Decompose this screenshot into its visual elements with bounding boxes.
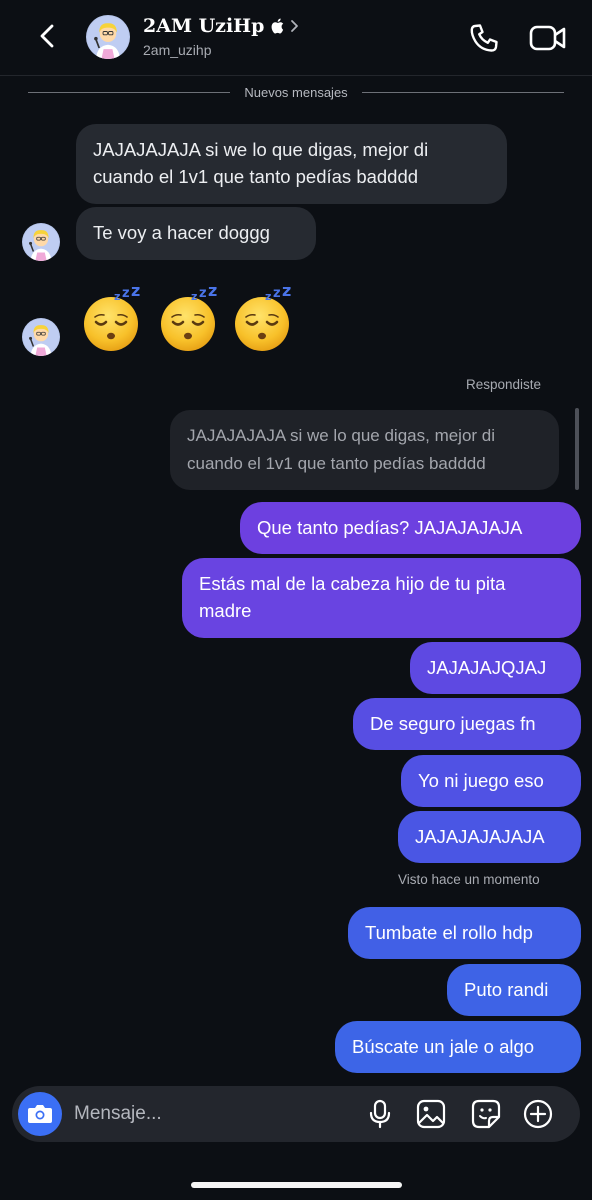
message-text-line: cuando el 1v1 que tanto pedías badddd: [93, 166, 419, 187]
outgoing-message-bubble[interactable]: Tumbate el rollo hdp: [348, 907, 581, 959]
outgoing-message-bubble[interactable]: JAJAJAJQJAJ: [410, 642, 581, 694]
sleeping-face-icon: [155, 284, 225, 354]
contact-name-link[interactable]: 2AM UziHp: [143, 15, 300, 37]
outgoing-message-bubble[interactable]: De seguro juegas fn: [353, 698, 581, 750]
sender-avatar[interactable]: [22, 223, 60, 261]
seen-status: Visto hace un momento: [398, 872, 540, 887]
sender-avatar[interactable]: [22, 318, 60, 356]
message-input[interactable]: [74, 1100, 344, 1128]
gallery-button[interactable]: [415, 1098, 447, 1130]
microphone-icon: [369, 1099, 391, 1129]
contact-name: 2AM UziHp: [143, 15, 265, 37]
voice-call-button[interactable]: [466, 20, 502, 56]
contact-avatar[interactable]: [86, 15, 130, 59]
message-text-line: Estás mal de la cabeza hijo de tu pita: [199, 573, 506, 594]
sticker-button[interactable]: [470, 1098, 502, 1130]
sleeping-face-icon: [229, 284, 299, 354]
video-call-button[interactable]: [528, 20, 568, 56]
chat-header: 2AM UziHp 2am_uzihp: [0, 0, 592, 76]
back-button[interactable]: [30, 18, 66, 54]
message-text: JAJAJAJQJAJ: [427, 657, 547, 678]
plus-circle-icon: [523, 1099, 553, 1129]
apple-icon: [272, 18, 284, 34]
outgoing-message-bubble[interactable]: Yo ni juego eso: [401, 755, 581, 807]
camera-button[interactable]: [18, 1092, 62, 1136]
sticker-icon: [471, 1099, 501, 1129]
contact-handle: 2am_uzihp: [143, 42, 212, 58]
chevron-left-icon: [40, 24, 54, 48]
divider-line: [361, 91, 565, 93]
message-text: Yo ni juego eso: [418, 770, 544, 791]
message-text: Puto randi: [464, 979, 549, 1000]
divider-label: Nuevos mensajes: [244, 84, 348, 100]
sleeping-face-icon: [78, 284, 148, 354]
message-text: Tumbate el rollo hdp: [365, 922, 533, 943]
message-text: Que tanto pedías? JAJAJAJAJA: [257, 517, 523, 538]
message-text: De seguro juegas fn: [370, 713, 536, 734]
outgoing-message-bubble[interactable]: Puto randi: [447, 964, 581, 1016]
outgoing-message-bubble[interactable]: Estás mal de la cabeza hijo de tu pita m…: [182, 558, 581, 638]
video-camera-icon: [529, 25, 566, 51]
divider-line: [28, 91, 231, 93]
message-text: JAJAJAJAJAJA: [415, 826, 545, 847]
outgoing-message-bubble[interactable]: Búscate un jale o algo: [335, 1021, 581, 1073]
message-text: Te voy a hacer doggg: [93, 222, 270, 243]
outgoing-message-bubble[interactable]: JAJAJAJAJAJA: [398, 811, 581, 863]
outgoing-message-bubble[interactable]: Que tanto pedías? JAJAJAJAJA: [240, 502, 581, 554]
incoming-message-bubble[interactable]: JAJAJAJAJA si we lo que digas, mejor di …: [76, 124, 507, 204]
incoming-message-bubble[interactable]: Te voy a hacer doggg: [76, 207, 316, 260]
microphone-button[interactable]: [364, 1098, 396, 1130]
quoted-text-line: cuando el 1v1 que tanto pedías badddd: [187, 454, 486, 473]
message-text-line: JAJAJAJAJA si we lo que digas, mejor di: [93, 139, 429, 160]
message-composer: [12, 1086, 580, 1142]
quoted-reply-bubble[interactable]: JAJAJAJAJA si we lo que digas, mejor di …: [170, 410, 559, 490]
reply-scroll-indicator: [575, 408, 579, 490]
chevron-right-icon: [291, 20, 299, 32]
message-text-line: madre: [199, 600, 252, 621]
phone-icon: [470, 24, 498, 52]
quoted-text-line: JAJAJAJAJA si we lo que digas, mejor di: [187, 426, 496, 445]
image-icon: [416, 1099, 446, 1129]
reply-label: Respondiste: [466, 377, 542, 392]
more-options-button[interactable]: [522, 1098, 554, 1130]
new-messages-divider: Nuevos mensajes: [28, 82, 565, 102]
home-indicator[interactable]: [191, 1182, 402, 1188]
camera-icon: [28, 1105, 52, 1123]
message-text: Búscate un jale o algo: [352, 1036, 535, 1057]
